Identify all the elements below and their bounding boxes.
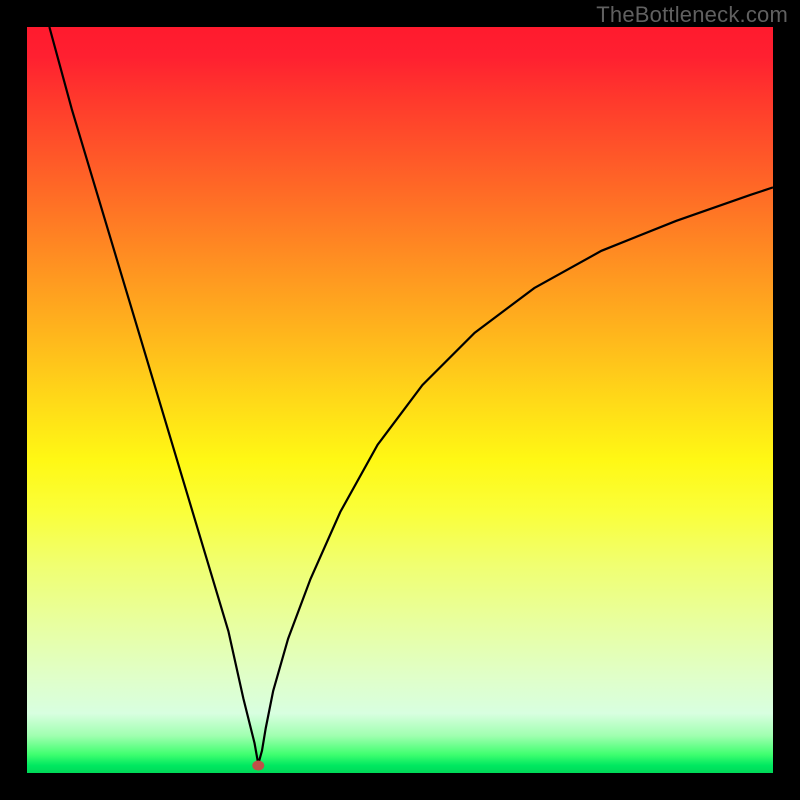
curve-layer bbox=[27, 27, 773, 773]
watermark-text: TheBottleneck.com bbox=[596, 2, 788, 28]
chart-frame: TheBottleneck.com bbox=[0, 0, 800, 800]
minimum-point-marker bbox=[252, 761, 264, 771]
plot-area bbox=[27, 27, 773, 773]
bottleneck-curve bbox=[49, 27, 773, 764]
